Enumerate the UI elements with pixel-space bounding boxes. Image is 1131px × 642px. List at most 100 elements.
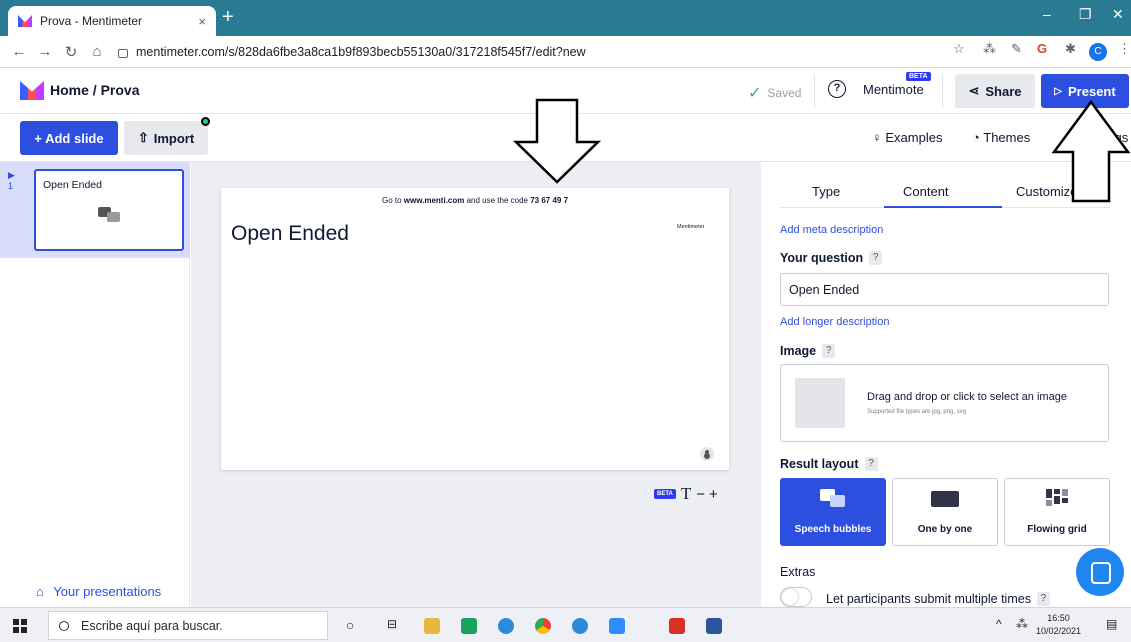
layout-label: One by one: [917, 524, 973, 535]
share-button[interactable]: ⋖ Share: [955, 74, 1035, 108]
text-size-icon[interactable]: T: [681, 484, 691, 504]
slide-brand: Mentimeter: [677, 224, 705, 230]
breadcrumb[interactable]: Home / Prova: [50, 82, 139, 98]
close-window-icon[interactable]: ✕: [1112, 6, 1124, 23]
windows-start-icon[interactable]: [13, 619, 27, 633]
taskbar-clock[interactable]: 16:50 10/02/2021: [1036, 612, 1081, 638]
app-green-icon[interactable]: [461, 618, 477, 634]
tab-close-icon[interactable]: ×: [198, 14, 206, 29]
slide-list-item[interactable]: ▶ 1 Open Ended: [0, 162, 190, 258]
restore-window-icon[interactable]: ❐: [1079, 6, 1092, 23]
browser-tab[interactable]: Prova - Mentimeter ×: [8, 6, 216, 36]
task-view-icon[interactable]: ⊟: [387, 617, 397, 631]
extension-grid-icon[interactable]: ⁂: [983, 41, 996, 57]
import-button[interactable]: ⇧ Import: [124, 121, 208, 155]
home-icon[interactable]: ⌂: [84, 43, 110, 60]
acrobat-icon[interactable]: [669, 618, 685, 634]
examples-link[interactable]: ♀ Examples: [872, 130, 942, 145]
taskbar-search-placeholder: Escribe aquí para buscar.: [81, 618, 223, 633]
result-layout-label: Result layout ?: [780, 457, 878, 471]
themes-link[interactable]: ◔ Themes: [972, 130, 1030, 145]
question-input[interactable]: [780, 273, 1109, 306]
browser-menu-icon[interactable]: ⋮: [1118, 41, 1131, 57]
play-icon: ▷: [1054, 85, 1062, 97]
layout-one-by-one[interactable]: One by one: [892, 478, 998, 546]
cortana-icon[interactable]: ○: [346, 617, 354, 633]
your-presentations-link[interactable]: ⌂ Your presentations: [36, 584, 161, 599]
layout-label: Flowing grid: [1027, 524, 1087, 535]
mentimeter-logo-icon[interactable]: [20, 81, 44, 100]
multiple-submissions-toggle[interactable]: [780, 587, 812, 607]
notifications-icon[interactable]: ▤: [1106, 617, 1117, 631]
themes-label: Themes: [983, 130, 1031, 145]
image-placeholder: [795, 378, 845, 428]
chat-support-button[interactable]: [1076, 548, 1124, 596]
taskbar-search[interactable]: Escribe aquí para buscar.: [48, 611, 328, 640]
bookmark-star-icon[interactable]: ☆: [953, 41, 965, 57]
help-icon[interactable]: ?: [828, 80, 846, 98]
tray-chevron-icon[interactable]: ^: [996, 617, 1002, 631]
slide-number: ▶ 1: [8, 170, 15, 191]
zoom-icon[interactable]: [609, 618, 625, 634]
tab-type[interactable]: Type: [812, 184, 840, 199]
divider: [942, 74, 943, 108]
slide-preview[interactable]: Go to www.menti.com and use the code 73 …: [221, 188, 729, 470]
minimize-window-icon[interactable]: –: [1043, 6, 1051, 22]
your-presentations-label: Your presentations: [53, 584, 162, 599]
grid-icon: [1046, 489, 1068, 506]
word-icon[interactable]: [706, 618, 722, 634]
new-tab-button[interactable]: +: [222, 6, 234, 28]
examples-label: Examples: [885, 130, 943, 145]
increase-text-button[interactable]: +: [709, 486, 718, 503]
reload-icon[interactable]: ↻: [58, 43, 84, 61]
tab-content[interactable]: Content: [903, 184, 949, 199]
participant-icon: [700, 447, 714, 461]
saved-label: Saved: [767, 86, 802, 100]
beta-badge: BETA: [654, 489, 676, 499]
share-label: Share: [985, 83, 1022, 99]
result-layout-text: Result layout: [780, 457, 859, 471]
tray-app-icon[interactable]: ⁂: [1016, 617, 1028, 631]
app-blue-icon[interactable]: [572, 618, 588, 634]
file-explorer-icon[interactable]: [424, 618, 440, 634]
back-icon[interactable]: ←: [6, 43, 32, 60]
add-meta-description-link[interactable]: Add meta description: [780, 224, 883, 236]
slide-thumbnail[interactable]: Open Ended: [34, 169, 184, 251]
layout-flowing-grid[interactable]: Flowing grid: [1004, 478, 1110, 546]
tab-title: Prova - Mentimeter: [40, 14, 143, 28]
instructions-url: www.menti.com: [403, 196, 465, 205]
chrome-icon[interactable]: [535, 618, 551, 634]
url-field[interactable]: mentimeter.com/s/828da6fbe3a8ca1b9f893be…: [118, 45, 918, 59]
slide-canvas-area: Go to www.menti.com and use the code 73 …: [191, 162, 761, 607]
single-card-icon: [931, 491, 959, 507]
extension-red-icon[interactable]: G: [1037, 41, 1047, 56]
edge-icon[interactable]: [498, 618, 514, 634]
add-longer-description-link[interactable]: Add longer description: [780, 316, 889, 328]
saved-status: ✓ Saved: [748, 83, 801, 103]
decrease-text-button[interactable]: −: [696, 486, 705, 503]
forward-icon[interactable]: →: [32, 43, 58, 60]
extension-pen-icon[interactable]: ✎: [1011, 41, 1022, 57]
help-icon[interactable]: ?: [822, 344, 836, 358]
add-slide-button[interactable]: + Add slide: [20, 121, 118, 155]
instructions-middle: and use the code: [464, 196, 531, 205]
upload-icon: ⇧: [137, 130, 149, 145]
text-size-controls: BETA T − +: [654, 484, 718, 504]
extensions-puzzle-icon[interactable]: ✱: [1065, 41, 1076, 57]
multiple-submissions-label: Let participants submit multiple times ?: [826, 592, 1050, 606]
speech-bubbles-icon: [820, 489, 845, 507]
image-dropzone[interactable]: Drag and drop or click to select an imag…: [780, 364, 1109, 442]
lock-icon: [118, 49, 128, 58]
help-icon[interactable]: ?: [1036, 592, 1050, 606]
import-label: Import: [153, 130, 195, 146]
slide-title[interactable]: Open Ended: [231, 222, 349, 246]
layout-speech-bubbles[interactable]: Speech bubbles: [780, 478, 886, 546]
check-icon: ✓: [748, 85, 762, 102]
join-instructions: Go to www.menti.com and use the code 73 …: [221, 196, 729, 205]
help-icon[interactable]: ?: [864, 457, 878, 471]
mentimote-button[interactable]: Mentimote: [863, 82, 924, 97]
image-label: Image ?: [780, 344, 836, 358]
profile-avatar[interactable]: C: [1089, 43, 1107, 61]
windows-taskbar: Escribe aquí para buscar. ○ ⊟ ^ ⁂ 16:50 …: [0, 607, 1131, 642]
help-icon[interactable]: ?: [869, 251, 883, 265]
